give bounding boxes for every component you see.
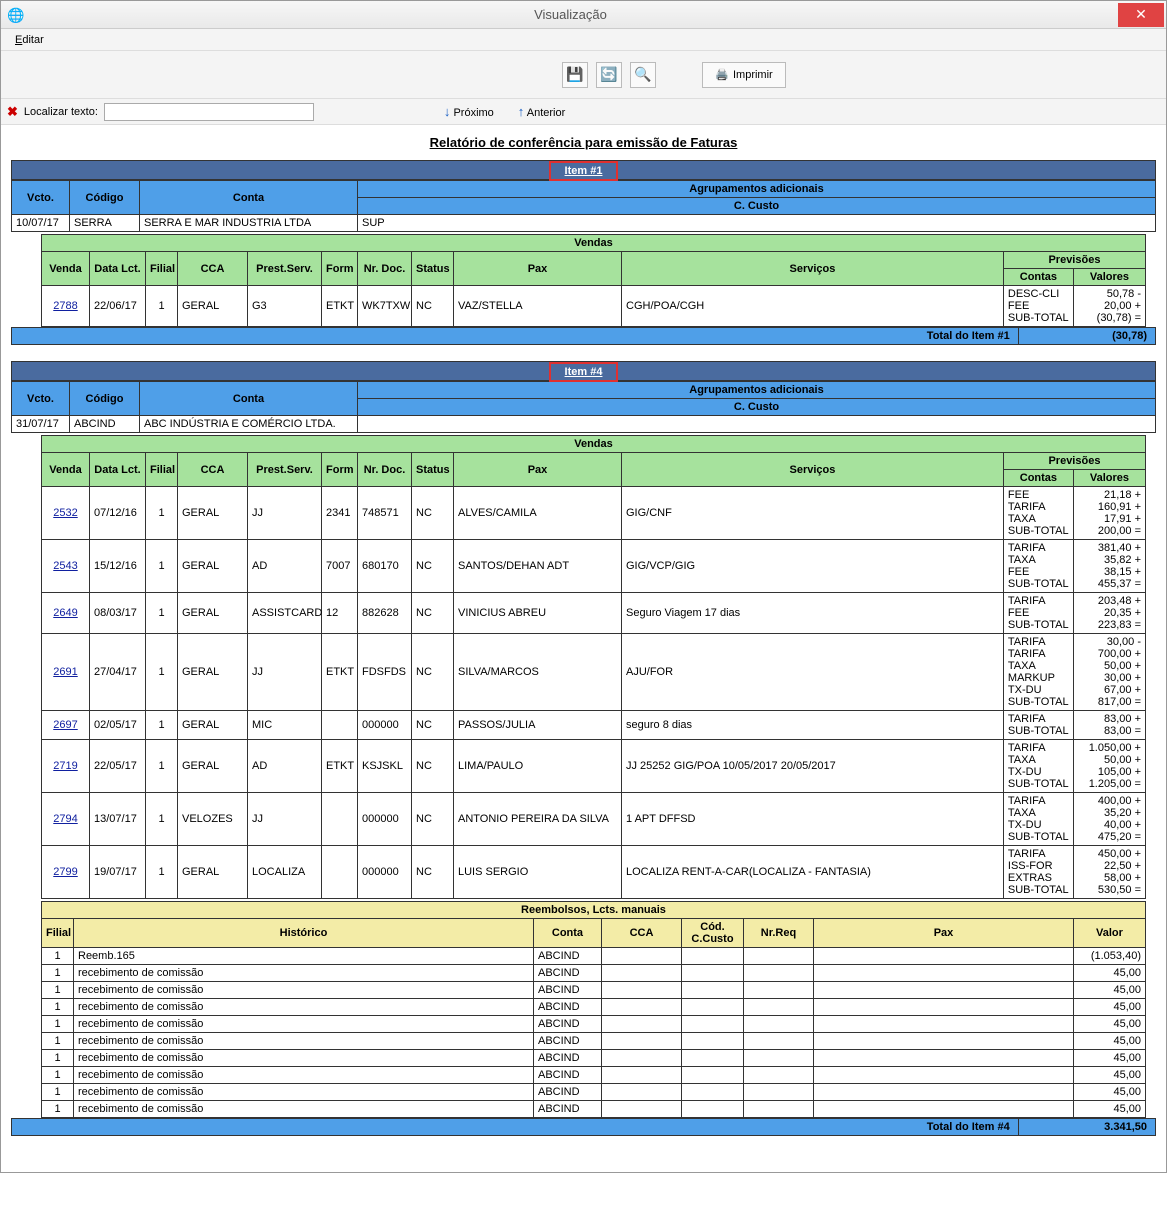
item-header-table: Vcto. Código Conta Agrupamentos adiciona… <box>11 180 1156 232</box>
venda-link[interactable]: 2543 <box>46 560 85 572</box>
table-row: 2794 13/07/17 1 VELOZES JJ 000000 NC ANT… <box>42 793 1146 846</box>
vendas-title: Vendas <box>42 436 1146 453</box>
table-row: 1 recebimento de comissão ABCIND 45,00 <box>42 1101 1146 1118</box>
item-bar: Item #4 <box>11 361 1156 381</box>
zoom-icon[interactable]: 🔍 <box>630 62 656 88</box>
venda-cell: 2532 <box>42 487 90 540</box>
venda-link[interactable]: 2691 <box>46 666 85 678</box>
cell-agrup <box>358 416 1156 433</box>
venda-cell: 2649 <box>42 593 90 634</box>
titlebar: 🌐 Visualização ✕ <box>1 1 1166 29</box>
venda-link[interactable]: 2532 <box>46 507 85 519</box>
window: 🌐 Visualização ✕ Editar 💾 🔄 🔍 🖨️ Imprimi… <box>0 0 1167 1173</box>
venda-cell: 2697 <box>42 711 90 740</box>
col-agrup: Agrupamentos adicionais <box>358 181 1156 198</box>
cell-vcto: 10/07/17 <box>12 215 70 232</box>
table-row: 1 recebimento de comissão ABCIND 45,00 <box>42 1033 1146 1050</box>
table-row: 2788 22/06/17 1 GERAL G3 ETKT WK7TXW NC … <box>42 286 1146 327</box>
table-row: 2697 02/05/17 1 GERAL MIC 000000 NC PASS… <box>42 711 1146 740</box>
venda-link[interactable]: 2799 <box>46 866 85 878</box>
toolbar: 💾 🔄 🔍 🖨️ Imprimir <box>1 51 1166 99</box>
table-row: 2649 08/03/17 1 GERAL ASSISTCARD 12 8826… <box>42 593 1146 634</box>
vendas-table: Vendas Venda Data Lct. Filial CCA Prest.… <box>41 234 1146 327</box>
report-body: Relatório de conferência para emissão de… <box>1 125 1166 1172</box>
refresh-icon[interactable]: 🔄 <box>596 62 622 88</box>
venda-link[interactable]: 2794 <box>46 813 85 825</box>
table-row: 1 recebimento de comissão ABCIND 45,00 <box>42 1050 1146 1067</box>
table-row: 2799 19/07/17 1 GERAL LOCALIZA 000000 NC… <box>42 846 1146 899</box>
col-ccusto: C. Custo <box>358 399 1156 416</box>
venda-link[interactable]: 2788 <box>46 300 85 312</box>
total-value: (30,78) <box>1018 328 1155 345</box>
item-link[interactable]: Item #1 <box>549 161 619 181</box>
col-vcto: Vcto. <box>12 382 70 416</box>
cell-conta: SERRA E MAR INDUSTRIA LTDA <box>140 215 358 232</box>
close-button[interactable]: ✕ <box>1118 3 1164 27</box>
window-title: Visualização <box>23 7 1118 22</box>
total-row: Total do Item #4 3.341,50 <box>11 1118 1156 1136</box>
table-row: 1 recebimento de comissão ABCIND 45,00 <box>42 1067 1146 1084</box>
total-value: 3.341,50 <box>1018 1119 1155 1136</box>
table-row: 1 recebimento de comissão ABCIND 45,00 <box>42 1016 1146 1033</box>
cell-agrup: SUP <box>358 215 1156 232</box>
total-label: Total do Item #4 <box>12 1119 1019 1136</box>
table-row: 2543 15/12/16 1 GERAL AD 7007 680170 NC … <box>42 540 1146 593</box>
table-row: 2532 07/12/16 1 GERAL JJ 2341 748571 NC … <box>42 487 1146 540</box>
venda-cell: 2799 <box>42 846 90 899</box>
print-label: Imprimir <box>733 69 773 81</box>
venda-cell: 2788 <box>42 286 90 327</box>
table-row: 1 Reemb.165 ABCIND (1.053,40) <box>42 948 1146 965</box>
reembolsos-table: Reembolsos, Lcts. manuais Filial Históri… <box>41 901 1146 1118</box>
col-agrup: Agrupamentos adicionais <box>358 382 1156 399</box>
col-ccusto: C. Custo <box>358 198 1156 215</box>
venda-cell: 2719 <box>42 740 90 793</box>
cell-codigo: ABCIND <box>70 416 140 433</box>
cell-conta: ABC INDÚSTRIA E COMÉRCIO LTDA. <box>140 416 358 433</box>
menu-bar: Editar <box>1 29 1166 51</box>
total-label: Total do Item #1 <box>12 328 1019 345</box>
reemb-title: Reembolsos, Lcts. manuais <box>42 902 1146 919</box>
total-row: Total do Item #1 (30,78) <box>11 327 1156 345</box>
table-row: 1 recebimento de comissão ABCIND 45,00 <box>42 999 1146 1016</box>
item-block: Item #4 Vcto. Código Conta Agrupamentos … <box>11 361 1156 1136</box>
table-row: 1 recebimento de comissão ABCIND 45,00 <box>42 982 1146 999</box>
cell-vcto: 31/07/17 <box>12 416 70 433</box>
next-button[interactable]: ↓ Próximo <box>444 104 494 119</box>
col-conta: Conta <box>140 181 358 215</box>
arrow-up-icon: ↑ <box>518 104 525 119</box>
printer-icon: 🖨️ <box>715 68 729 81</box>
table-row: 1 recebimento de comissão ABCIND 45,00 <box>42 965 1146 982</box>
venda-cell: 2691 <box>42 634 90 711</box>
table-row: 2719 22/05/17 1 GERAL AD ETKT KSJSKL NC … <box>42 740 1146 793</box>
vendas-table: Vendas Venda Data Lct. Filial CCA Prest.… <box>41 435 1146 899</box>
item-block: Item #1 Vcto. Código Conta Agrupamentos … <box>11 160 1156 345</box>
search-input[interactable] <box>104 103 314 121</box>
report-title: Relatório de conferência para emissão de… <box>11 131 1156 160</box>
venda-link[interactable]: 2697 <box>46 719 85 731</box>
table-row: 2691 27/04/17 1 GERAL JJ ETKT FDSFDS NC … <box>42 634 1146 711</box>
item-bar: Item #1 <box>11 160 1156 180</box>
search-bar: ✖ Localizar texto: ↓ Próximo ↑ Anterior <box>1 99 1166 125</box>
col-codigo: Código <box>70 382 140 416</box>
vendas-title: Vendas <box>42 235 1146 252</box>
venda-link[interactable]: 2649 <box>46 607 85 619</box>
item-header-table: Vcto. Código Conta Agrupamentos adiciona… <box>11 381 1156 433</box>
menu-editar[interactable]: Editar <box>7 32 52 48</box>
table-row: 1 recebimento de comissão ABCIND 45,00 <box>42 1084 1146 1101</box>
print-button[interactable]: 🖨️ Imprimir <box>702 62 786 88</box>
col-codigo: Código <box>70 181 140 215</box>
item-link[interactable]: Item #4 <box>549 362 619 382</box>
prev-button[interactable]: ↑ Anterior <box>518 104 565 119</box>
save-icon[interactable]: 💾 <box>562 62 588 88</box>
search-label: Localizar texto: <box>24 106 98 118</box>
venda-link[interactable]: 2719 <box>46 760 85 772</box>
arrow-down-icon: ↓ <box>444 104 451 119</box>
clear-search-icon[interactable]: ✖ <box>7 104 18 120</box>
col-conta: Conta <box>140 382 358 416</box>
cell-codigo: SERRA <box>70 215 140 232</box>
app-icon: 🌐 <box>7 7 23 23</box>
col-vcto: Vcto. <box>12 181 70 215</box>
venda-cell: 2543 <box>42 540 90 593</box>
venda-cell: 2794 <box>42 793 90 846</box>
